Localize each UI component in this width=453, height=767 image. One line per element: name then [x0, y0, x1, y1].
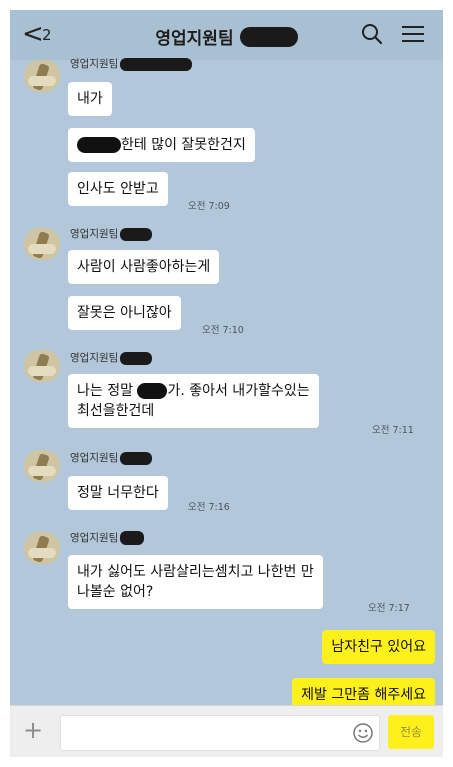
message-bubble: 잘못은 아니잖아: [68, 296, 181, 330]
avatar[interactable]: [24, 350, 60, 382]
redaction-mask: [137, 383, 168, 399]
avatar[interactable]: [24, 450, 60, 482]
message-time: 오전 7:11: [372, 425, 414, 436]
message-time: 오전 7:09: [188, 201, 230, 212]
avatar[interactable]: [24, 228, 60, 260]
redaction-mask: [120, 351, 153, 365]
message-input-bar: + 전송: [10, 705, 443, 757]
message-bubble: 내가: [68, 82, 112, 116]
message-time: 오전 7:10: [202, 325, 244, 336]
search-icon[interactable]: [360, 22, 384, 46]
message-bubble: 사람이 사람좋아하는게: [68, 250, 220, 284]
my-message-bubble: 남자친구 있어요: [322, 630, 435, 664]
chat-screen: < 2 영업지원팀 영업지원팀 내가 한테 많이 잘못한건지 인사도 안받고 오…: [10, 10, 443, 757]
sender-name: 영업지원팀: [70, 226, 153, 241]
message-time: 오전 7:17: [368, 603, 410, 614]
chat-header: < 2 영업지원팀: [10, 10, 443, 60]
menu-icon[interactable]: [400, 22, 426, 46]
sender-name: 영업지원팀: [70, 56, 193, 71]
avatar[interactable]: [24, 60, 60, 92]
message-time: 오전 7:16: [188, 502, 230, 513]
redaction-mask: [239, 26, 298, 47]
avatar[interactable]: [24, 532, 60, 564]
redaction-mask: [120, 57, 193, 71]
redaction-mask: [120, 531, 145, 545]
redaction-mask: [120, 451, 153, 465]
plus-icon[interactable]: +: [23, 718, 43, 742]
message-input[interactable]: [60, 715, 380, 751]
message-bubble: 인사도 안받고: [68, 172, 168, 206]
emoji-icon[interactable]: [352, 722, 374, 744]
redaction-mask: [77, 137, 121, 153]
chat-title: 영업지원팀: [155, 29, 234, 49]
sender-name: 영업지원팀: [70, 450, 153, 465]
sender-name: 영업지원팀: [70, 530, 145, 545]
redaction-mask: [120, 227, 153, 241]
message-bubble: 한테 많이 잘못한건지: [68, 128, 255, 162]
sender-name: 영업지원팀: [70, 350, 153, 365]
message-bubble: 나는 정말 가. 좋아서 내가할수있는 최선을한건데: [68, 374, 319, 428]
message-bubble: 정말 너무한다: [68, 476, 168, 510]
send-button[interactable]: 전송: [388, 715, 434, 749]
message-bubble: 내가 싫어도 사람살리는셈치고 나한번 만 나볼순 없어?: [68, 555, 323, 609]
